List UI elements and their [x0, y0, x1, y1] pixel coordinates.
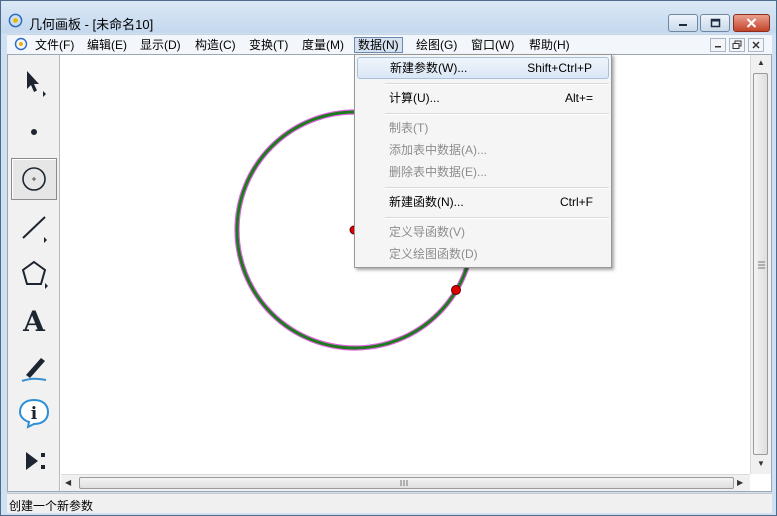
- minimize-icon: [715, 46, 721, 48]
- menu-item-label: 新建函数(N)...: [389, 195, 464, 209]
- status-bar: 创建一个新参数: [7, 493, 772, 513]
- menu-item-label: 删除表中数据(E)...: [389, 165, 487, 179]
- info-tool[interactable]: i: [11, 392, 57, 434]
- close-button[interactable]: [733, 14, 770, 32]
- radius-point[interactable]: [451, 285, 461, 295]
- point-tool[interactable]: [11, 109, 57, 151]
- arrow-select-icon: [27, 71, 46, 97]
- custom-tool-icon: [26, 452, 45, 470]
- menu-item-shortcut: Shift+Ctrl+P: [527, 61, 592, 75]
- menu-display[interactable]: 显示(D): [137, 37, 184, 53]
- vertical-scroll-thumb[interactable]: [753, 73, 768, 455]
- scroll-down-icon[interactable]: ▼: [757, 459, 765, 468]
- close-icon: [752, 41, 760, 49]
- minimize-icon: [679, 24, 687, 26]
- minimize-button[interactable]: [668, 14, 698, 32]
- menu-item-new-parameter[interactable]: 新建参数(W)... Shift+Ctrl+P: [357, 57, 609, 79]
- text-icon: A: [23, 304, 45, 338]
- custom-tool[interactable]: [11, 440, 57, 482]
- polygon-tool[interactable]: [11, 253, 57, 295]
- menu-graph[interactable]: 绘图(G): [413, 37, 460, 53]
- maximize-button[interactable]: [700, 14, 730, 32]
- info-icon: i: [18, 398, 50, 429]
- scroll-right-icon[interactable]: ▶: [737, 478, 743, 487]
- menu-item-label: 制表(T): [389, 121, 429, 135]
- horizontal-scrollbar[interactable]: ◀ ▶: [61, 474, 750, 491]
- menu-item-label: 新建参数(W)...: [390, 61, 468, 75]
- scroll-up-icon[interactable]: ▲: [757, 58, 765, 67]
- window-title: 几何画板 - [未命名10]: [29, 17, 154, 32]
- menu-item-tabulate[interactable]: 制表(T): [357, 117, 609, 139]
- menu-item-derivative[interactable]: 定义导函数(V): [357, 221, 609, 243]
- toolbox: A i: [8, 55, 60, 491]
- maximize-icon: [710, 18, 720, 28]
- menu-item-plot-function[interactable]: 定义绘图函数(D): [357, 243, 609, 265]
- menu-item-shortcut: Ctrl+F: [560, 195, 593, 209]
- data-menu-dropdown: 新建参数(W)... Shift+Ctrl+P 计算(U)... Alt+= 制…: [354, 54, 612, 268]
- point-icon: [31, 129, 37, 135]
- menu-file[interactable]: 文件(F): [32, 37, 77, 53]
- marker-tool[interactable]: [11, 346, 57, 388]
- compass-circle-icon: [22, 167, 46, 191]
- grip-icon: [400, 480, 408, 486]
- select-tool[interactable]: [11, 61, 57, 103]
- info-glyph: i: [31, 404, 38, 424]
- menu-data[interactable]: 数据(N): [354, 37, 403, 53]
- document-icon[interactable]: [14, 37, 28, 51]
- menu-separator: [385, 217, 609, 219]
- menu-help[interactable]: 帮助(H): [526, 37, 573, 53]
- text-tool[interactable]: A: [11, 300, 57, 342]
- menu-construct[interactable]: 构造(C): [192, 37, 239, 53]
- title-bar[interactable]: 几何画板 - [未命名10]: [1, 1, 776, 33]
- menu-item-label: 计算(U)...: [389, 91, 440, 105]
- app-window: 几何画板 - [未命名10] 文件(F) 编辑(E) 显示(D) 构造(C) 变…: [0, 0, 777, 516]
- menu-separator: [385, 187, 609, 189]
- compass-tool[interactable]: [11, 158, 57, 200]
- vertical-scrollbar[interactable]: ▲ ▼: [750, 55, 771, 474]
- menu-item-calculate[interactable]: 计算(U)... Alt+=: [357, 87, 609, 109]
- menu-window[interactable]: 窗口(W): [468, 37, 517, 53]
- scroll-left-icon[interactable]: ◀: [65, 478, 71, 487]
- menu-measure[interactable]: 度量(M): [299, 37, 347, 53]
- menu-bar: 文件(F) 编辑(E) 显示(D) 构造(C) 变换(T) 度量(M) 数据(N…: [7, 34, 772, 54]
- app-logo-icon: [8, 13, 23, 28]
- horizontal-scroll-thumb[interactable]: [79, 477, 734, 489]
- polygon-icon: [21, 260, 48, 289]
- grip-icon: [758, 261, 765, 269]
- doc-minimize-button[interactable]: [710, 38, 726, 52]
- menu-separator: [385, 83, 609, 85]
- doc-restore-button[interactable]: [729, 38, 745, 52]
- menu-transform[interactable]: 变换(T): [246, 37, 291, 53]
- menu-item-new-function[interactable]: 新建函数(N)... Ctrl+F: [357, 191, 609, 213]
- marker-icon: [21, 358, 47, 382]
- menu-item-remove-table-data[interactable]: 删除表中数据(E)...: [357, 161, 609, 183]
- menu-item-label: 添加表中数据(A)...: [389, 143, 487, 157]
- restore-icon: [732, 40, 742, 49]
- menu-item-add-table-data[interactable]: 添加表中数据(A)...: [357, 139, 609, 161]
- menu-edit[interactable]: 编辑(E): [84, 37, 130, 53]
- status-text: 创建一个新参数: [9, 499, 94, 513]
- straightedge-icon: [22, 216, 47, 243]
- close-icon: [746, 18, 757, 28]
- menu-item-label: 定义绘图函数(D): [389, 247, 478, 261]
- menu-separator: [385, 113, 609, 115]
- straightedge-tool[interactable]: [11, 206, 57, 248]
- menu-item-shortcut: Alt+=: [564, 91, 593, 105]
- menu-item-label: 定义导函数(V): [389, 225, 465, 239]
- doc-close-button[interactable]: [748, 38, 764, 52]
